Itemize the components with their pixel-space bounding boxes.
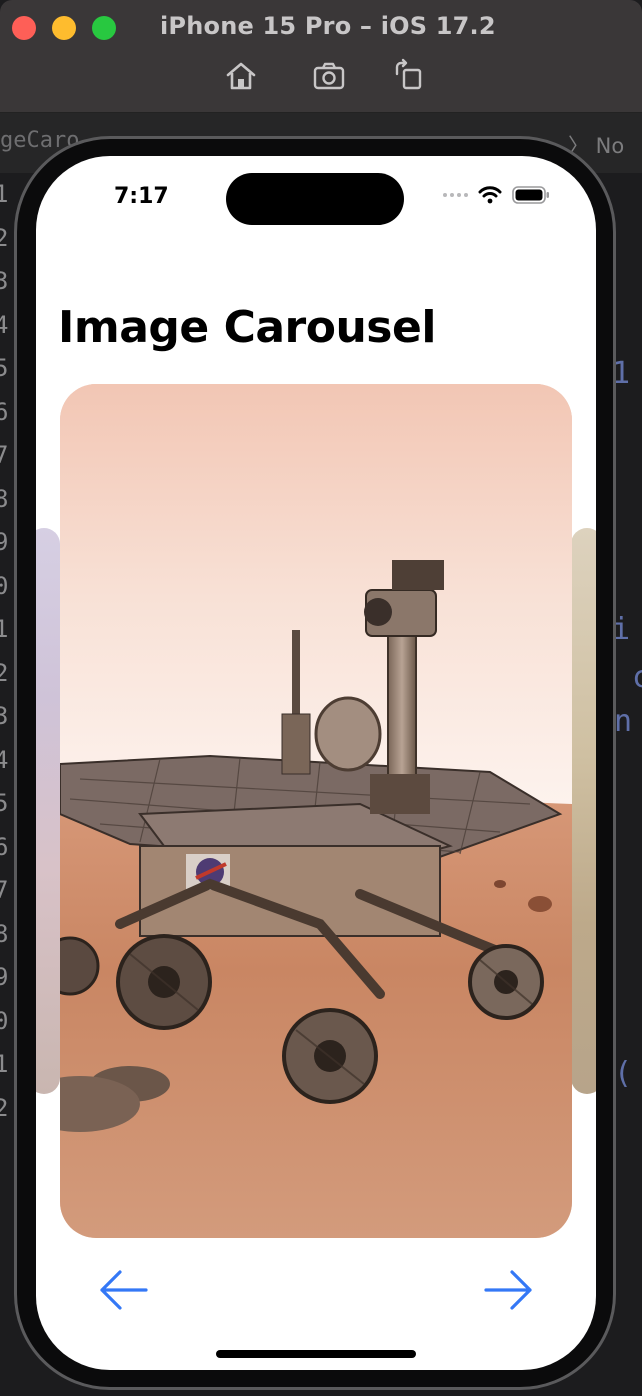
zoom-window-button[interactable] <box>92 16 116 40</box>
iphone-screen: 7:17 Image Carousel <box>36 156 596 1370</box>
previous-image-button[interactable] <box>96 1266 152 1314</box>
home-indicator[interactable] <box>216 1350 416 1358</box>
home-button[interactable] <box>223 58 259 94</box>
line-number: 3 <box>0 702 9 730</box>
minimize-window-button[interactable] <box>52 16 76 40</box>
next-image-button[interactable] <box>480 1266 536 1314</box>
battery-icon <box>512 186 549 204</box>
line-number: 6 <box>0 397 9 426</box>
line-number: 4 <box>0 310 9 339</box>
page-title: Image Carousel <box>58 302 436 353</box>
line-number: 7 <box>0 876 9 904</box>
window-title: iPhone 15 Pro – iOS 17.2 <box>160 12 496 40</box>
arrow-right-icon <box>484 1270 532 1310</box>
line-number: 5 <box>0 789 9 817</box>
code-fragment: c <box>632 660 642 695</box>
line-number: 8 <box>0 919 9 948</box>
close-window-button[interactable] <box>12 16 36 40</box>
status-time: 7:17 <box>114 184 169 209</box>
simulator-title-bar: iPhone 15 Pro – iOS 17.2 <box>0 0 642 113</box>
line-number: 7 <box>0 441 9 469</box>
carousel-next-image[interactable] <box>571 528 596 1094</box>
code-fragment: ( <box>614 1056 633 1091</box>
line-number: 0 <box>0 1006 9 1035</box>
camera-icon <box>313 62 345 90</box>
line-number: 8 <box>0 484 9 513</box>
line-number: 2 <box>0 658 9 687</box>
line-number: 1 <box>0 615 9 643</box>
status-icons <box>443 186 550 204</box>
dynamic-island <box>226 173 404 225</box>
line-number: 9 <box>0 528 9 556</box>
line-number: 2 <box>0 223 9 252</box>
line-number: 3 <box>0 267 9 295</box>
carousel-previous-image[interactable] <box>36 528 60 1094</box>
mars-rover-image <box>60 384 572 1238</box>
line-number: 0 <box>0 571 9 600</box>
code-fragment: n <box>614 704 633 739</box>
arrow-left-icon <box>100 1270 148 1310</box>
cellular-signal-icon <box>443 193 468 197</box>
line-number: 6 <box>0 832 9 861</box>
line-number: 4 <box>0 745 9 774</box>
carousel-current-image[interactable] <box>60 384 572 1238</box>
rotate-button[interactable] <box>391 58 427 94</box>
line-number: 1 <box>0 180 9 208</box>
rotate-icon <box>395 58 422 90</box>
home-icon <box>226 62 256 90</box>
line-number: 5 <box>0 354 9 382</box>
wifi-icon <box>478 186 502 204</box>
line-number: 2 <box>0 1093 9 1121</box>
line-number: 9 <box>0 963 9 991</box>
xcode-line-gutter: 1 2 3 4 5 6 7 8 9 0 1 2 3 4 5 6 7 8 9 0 1 2 <box>0 180 12 1120</box>
screenshot-button[interactable] <box>311 58 347 94</box>
line-number: 1 <box>0 1050 9 1078</box>
